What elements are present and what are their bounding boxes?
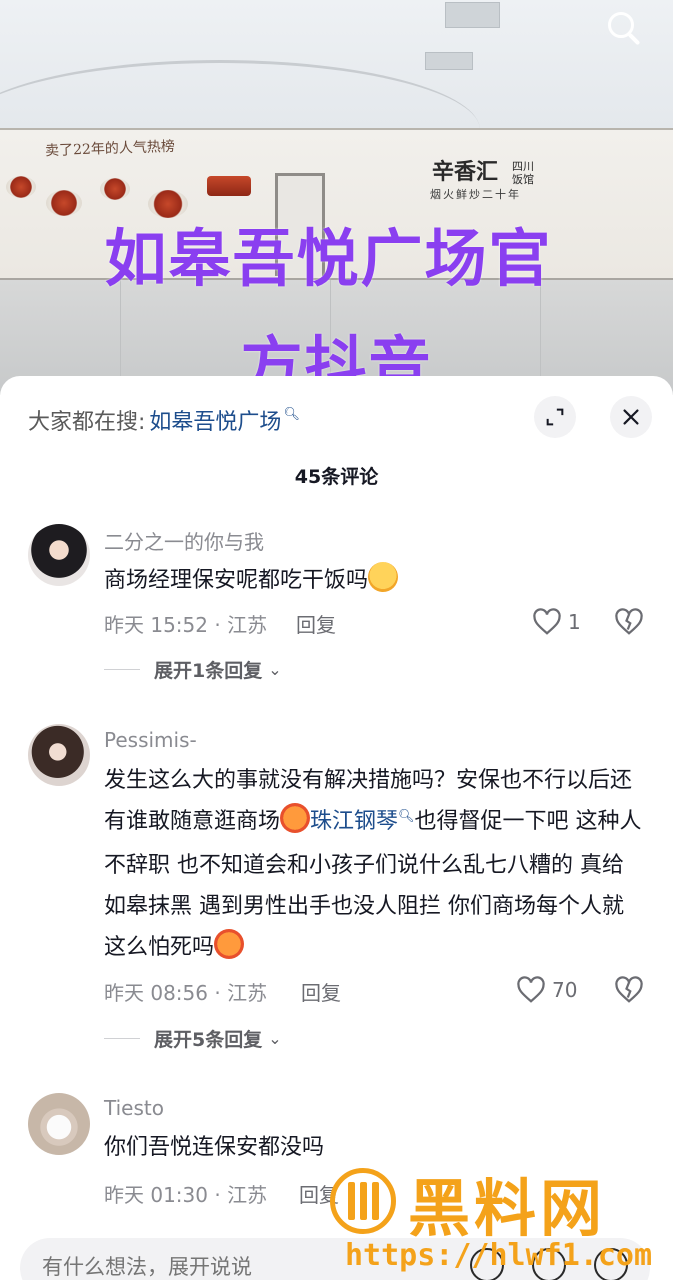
comment-body: 商场经理保安呢都吃干饭吗 — [104, 568, 369, 593]
comment-username[interactable]: 二分之一的你与我 — [104, 526, 264, 555]
search-suggestion[interactable]: 大家都在搜: 如皋吾悦广场 🔍︎ — [28, 404, 300, 436]
avatar[interactable] — [28, 1093, 90, 1155]
comment-body: 你们吾悦连保安都没吗 — [104, 1135, 325, 1160]
close-icon — [623, 409, 639, 425]
avatar[interactable] — [28, 724, 90, 786]
kiss-emoji-icon — [280, 803, 311, 833]
ceiling-vent — [445, 2, 500, 28]
expand-replies[interactable]: 展开1条回复 ⌄ — [104, 656, 282, 683]
avatar[interactable] — [28, 524, 90, 586]
dislike-button[interactable] — [614, 608, 644, 640]
suggestion-keyword[interactable]: 如皋吾悦广场 — [149, 404, 281, 436]
restaurant-brand-side: 四川饭馆 — [512, 160, 534, 186]
heart-icon — [517, 976, 545, 1003]
close-button[interactable] — [610, 396, 652, 438]
like-button[interactable]: 70 — [516, 976, 577, 1004]
watermark-logo-bar — [348, 1182, 355, 1220]
comment-time: 昨天 15:52 · 江苏 — [104, 613, 268, 637]
like-count: 70 — [552, 978, 578, 1002]
restaurant-slogan: 烟火鲜炒二十年 — [430, 188, 521, 201]
search-small-icon: 🔍︎ — [398, 809, 415, 824]
dislike-button[interactable] — [614, 976, 644, 1008]
watermark-logo-bar — [360, 1182, 367, 1220]
suggestion-prefix: 大家都在搜: — [28, 410, 146, 435]
watermark-name: 黑料网 — [408, 1172, 607, 1245]
comment-panel: 大家都在搜: 如皋吾悦广场 🔍︎ 45条评论 二分之一的你与我 商场经理保安呢都… — [0, 376, 673, 1280]
expand-icon — [546, 408, 564, 426]
watermark-logo — [330, 1168, 396, 1234]
dish-photo — [6, 176, 36, 198]
search-button[interactable] — [602, 6, 646, 50]
crying-emoji-icon — [368, 562, 399, 592]
chevron-down-icon: ⌄ — [268, 660, 282, 679]
broken-heart-icon — [615, 976, 643, 1003]
watermark-logo-bar — [372, 1182, 379, 1220]
comment-username[interactable]: Pessimis- — [104, 728, 197, 752]
like-count: 1 — [568, 610, 581, 634]
search-small-icon: 🔍︎ — [283, 406, 300, 422]
watermark-url: https://hlwf1.com — [345, 1238, 653, 1273]
expand-replies[interactable]: 展开5条回复 ⌄ — [104, 1025, 282, 1052]
broken-heart-icon — [615, 608, 643, 635]
keyword-link[interactable]: 珠江钢琴 — [310, 809, 398, 834]
comment-text: 商场经理保安呢都吃干饭吗 — [104, 560, 644, 601]
kiss-emoji-icon — [214, 929, 245, 959]
ceiling-vent — [425, 52, 473, 70]
restaurant-brand: 辛香汇 — [432, 159, 499, 185]
chevron-down-icon: ⌄ — [268, 1029, 282, 1048]
search-icon-handle — [627, 32, 641, 46]
dish-photo — [207, 176, 251, 196]
divider — [104, 669, 140, 670]
expand-replies-label: 展开1条回复 — [154, 660, 263, 682]
expand-replies-label: 展开5条回复 — [154, 1029, 263, 1051]
comment-username[interactable]: Tiesto — [104, 1096, 164, 1120]
reply-button[interactable]: 回复 — [296, 609, 336, 638]
comment-count: 45条评论 — [294, 466, 379, 488]
comment-text: 发生这么大的事就没有解决措施吗？安保也不行以后还有谁敢随意逛商场 珠江钢琴🔍︎也得… — [104, 760, 644, 968]
divider — [104, 1038, 140, 1039]
video-caption-line1: 如皋吾悦广场官 — [104, 222, 553, 295]
video-player[interactable]: 卖了22年的人气热榜 辛香汇 四川饭馆 烟火鲜炒二十年 如皋吾悦广场官 方抖音 — [0, 0, 673, 395]
expand-button[interactable] — [534, 396, 576, 438]
like-button[interactable]: 1 — [532, 608, 581, 636]
comment-time: 昨天 08:56 · 江苏 — [104, 981, 268, 1005]
reply-button[interactable]: 回复 — [301, 977, 341, 1006]
heart-icon — [533, 608, 561, 635]
dish-photo — [100, 178, 130, 200]
comment-time: 昨天 01:30 · 江苏 — [104, 1183, 268, 1207]
